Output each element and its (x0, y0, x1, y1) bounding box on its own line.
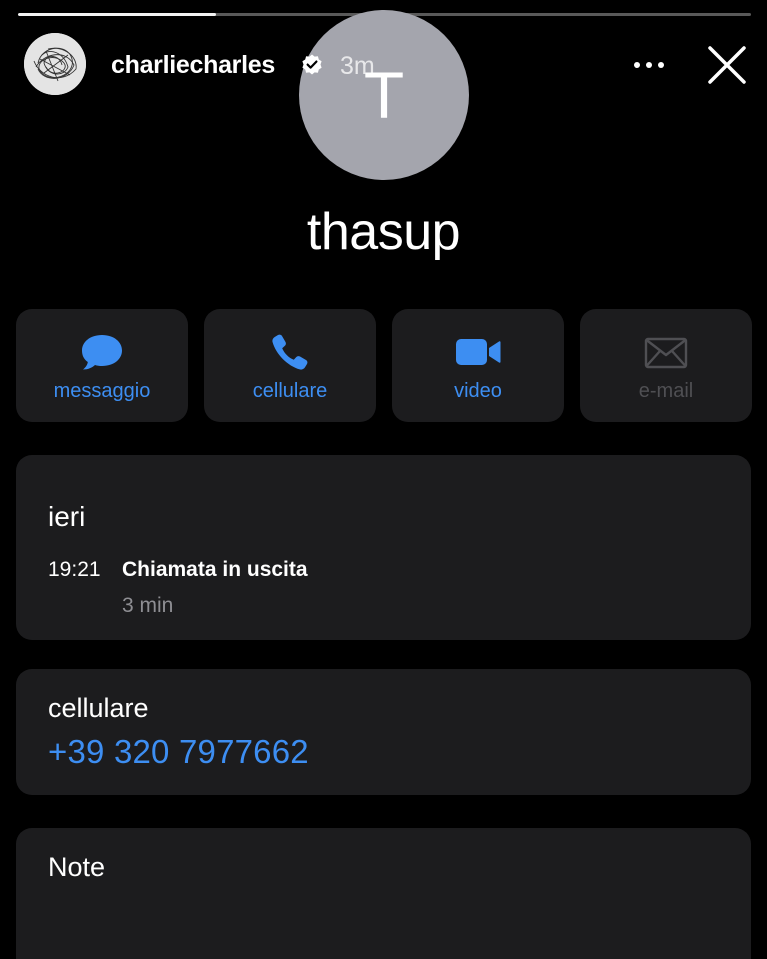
call-duration: 3 min (122, 594, 174, 617)
email-button-label: e-mail (638, 380, 694, 402)
contact-avatar: T (299, 10, 469, 180)
verified-badge-icon (302, 54, 322, 75)
story-timestamp: 3m (340, 52, 375, 80)
close-icon[interactable] (704, 42, 750, 88)
message-button[interactable]: messaggio (16, 309, 188, 422)
call-time: 19:21 (48, 558, 101, 581)
call-history-day: ieri (48, 501, 86, 532)
call-history-card: ieri 19:21 Chiamata in uscita 3 min (16, 455, 751, 640)
video-camera-icon (456, 339, 501, 365)
video-call-button[interactable]: video (392, 309, 564, 422)
story-username[interactable]: charliecharles (111, 49, 275, 81)
more-options-icon[interactable] (628, 50, 670, 80)
message-button-label: messaggio (53, 380, 151, 402)
story-user-avatar[interactable] (24, 33, 86, 95)
call-mobile-button-label: cellulare (252, 380, 328, 402)
phone-icon (272, 334, 308, 370)
contact-name: thasup (306, 203, 461, 261)
call-mobile-button[interactable]: cellulare (204, 309, 376, 422)
message-bubble-icon (82, 335, 122, 370)
phone-label: cellulare (48, 693, 149, 723)
avatar-scribble-image (24, 33, 86, 95)
envelope-icon (644, 337, 688, 369)
notes-card[interactable]: Note (16, 828, 751, 959)
email-button[interactable]: e-mail (580, 309, 752, 422)
phone-card[interactable]: cellulare +39 320 7977662 (16, 669, 751, 795)
call-type: Chiamata in uscita (122, 558, 308, 581)
phone-number-link[interactable]: +39 320 7977662 (48, 735, 309, 769)
notes-label: Note (48, 852, 106, 882)
story-progress-fill (18, 13, 216, 16)
video-call-button-label: video (454, 380, 502, 402)
